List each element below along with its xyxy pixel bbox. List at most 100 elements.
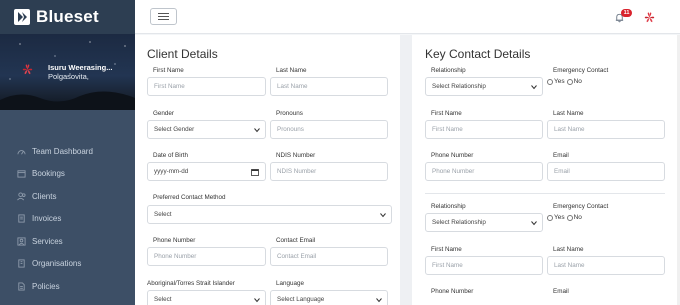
contact-first-name-label: First Name: [431, 110, 462, 117]
contact-last-name-input[interactable]: Last Name: [547, 120, 665, 139]
user-location: Polgasovita,: [48, 72, 89, 81]
last-name-label: Last Name: [276, 67, 307, 74]
phone-label: Phone Number: [153, 237, 196, 244]
relationship-label-2: Relationship: [431, 203, 466, 210]
nav-item-policies[interactable]: Policies: [0, 275, 135, 298]
user-name[interactable]: Isuru Weerasing...: [48, 63, 112, 72]
emergency-no-radio-2[interactable]: [566, 214, 573, 221]
dashboard-icon: [17, 149, 26, 155]
chevron-down-icon: [531, 221, 537, 226]
brand-name: Blueset: [36, 7, 99, 26]
gender-select[interactable]: Select Gender: [147, 120, 266, 139]
blueset-logo-icon: [14, 9, 30, 25]
contact-last-name-label: Last Name: [553, 110, 584, 117]
services-icon: [17, 237, 26, 246]
nav-label: Team Dashboard: [32, 146, 93, 156]
relationship-select-value: Select Relationship: [432, 83, 486, 90]
relationship-select-value-2: Select Relationship: [432, 219, 486, 226]
nav-label: Clients: [32, 191, 57, 201]
panel-divider: [400, 35, 412, 305]
emergency-yes-label: Yes: [554, 78, 565, 85]
sidebar-toggle-button[interactable]: [150, 8, 177, 25]
contact-email-label: Email: [553, 152, 569, 159]
emergency-yes-radio[interactable]: [547, 78, 553, 85]
dob-value: yyyy-mm-dd: [154, 168, 189, 175]
contact-first-name-input-2[interactable]: First Name: [425, 256, 543, 275]
contact-last-name-input-2[interactable]: Last Name: [547, 256, 665, 275]
first-name-label: First Name: [153, 67, 184, 74]
user-profile: Isuru Weerasing... Polgasovita,: [0, 34, 135, 110]
contact-email-input[interactable]: Email: [547, 162, 665, 181]
phone-input[interactable]: Phone Number: [147, 247, 266, 266]
gender-label: Gender: [153, 110, 175, 117]
notification-badge: 11: [621, 9, 632, 17]
last-name-input[interactable]: Last Name: [270, 77, 388, 96]
relationship-label: Relationship: [431, 67, 466, 74]
nav-label: Services: [32, 236, 63, 246]
nav-label: Invoices: [32, 214, 62, 224]
emergency-contact-radios: Yes No: [547, 78, 582, 85]
client-details-panel: Client Details First Name First Name Las…: [135, 35, 400, 305]
aboriginal-select-value: Select: [154, 296, 172, 303]
top-bar: 11: [135, 0, 680, 34]
emergency-no-label-2: No: [573, 214, 582, 221]
chevron-down-icon: [376, 298, 382, 303]
nav-item-bookings[interactable]: Bookings: [0, 163, 135, 186]
user-avatar-icon[interactable]: [22, 64, 33, 75]
contact-email-input[interactable]: Contact Email: [270, 247, 388, 266]
emergency-yes-label-2: Yes: [554, 214, 565, 221]
dob-input[interactable]: yyyy-mm-dd: [147, 162, 266, 181]
contact-phone-label: Phone Number: [431, 152, 474, 159]
key-contact-panel: Key Contact Details Relationship Select …: [412, 35, 680, 305]
organisations-icon: [18, 259, 25, 268]
contact-phone-input[interactable]: Phone Number: [425, 162, 543, 181]
language-select[interactable]: Select Language: [270, 290, 388, 305]
policies-icon: [18, 282, 25, 291]
emergency-contact-radios-2: Yes No: [547, 214, 582, 221]
nav-item-organisations[interactable]: Organisations: [0, 253, 135, 276]
aboriginal-select[interactable]: Select: [147, 290, 266, 305]
profile-landscape: [0, 91, 135, 110]
first-name-input[interactable]: First Name: [147, 77, 266, 96]
contact-first-name-label-2: First Name: [431, 246, 462, 253]
clients-icon: [17, 192, 26, 201]
nav-label: Organisations: [32, 259, 82, 269]
brand-logo[interactable]: Blueset: [0, 0, 135, 34]
contact-email-label-2: Email: [553, 288, 569, 295]
nav-label: Policies: [32, 281, 60, 291]
chevron-down-icon: [254, 128, 260, 133]
chevron-down-icon: [380, 213, 386, 218]
sidebar-nav: Team Dashboard Bookings Clients Invoices…: [0, 110, 135, 298]
emergency-no-radio[interactable]: [566, 78, 573, 85]
bookings-icon: [17, 170, 26, 178]
pronouns-label: Pronouns: [276, 110, 303, 117]
nav-label: Bookings: [32, 169, 65, 179]
client-details-title: Client Details: [147, 47, 218, 61]
nav-item-services[interactable]: Services: [0, 230, 135, 253]
sidebar: Blueset Isuru Weerasing... Polgasovita, …: [0, 0, 135, 305]
contact-method-value: Select: [154, 211, 172, 218]
nav-item-invoices[interactable]: Invoices: [0, 208, 135, 231]
contact-first-name-input[interactable]: First Name: [425, 120, 543, 139]
emergency-yes-radio-2[interactable]: [547, 214, 553, 221]
user-avatar-icon[interactable]: [644, 12, 655, 23]
contact-method-select[interactable]: Select: [147, 205, 392, 224]
aboriginal-label: Aboriginal/Torres Strait Islander: [147, 280, 235, 287]
calendar-icon[interactable]: [251, 168, 259, 176]
hamburger-icon: [158, 13, 169, 14]
ndis-label: NDIS Number: [276, 152, 316, 159]
dob-label: Date of Birth: [153, 152, 188, 159]
gender-select-value: Select Gender: [154, 126, 195, 133]
contact-separator: [425, 193, 665, 194]
contact-email-label: Contact Email: [276, 237, 316, 244]
nav-item-team-dashboard[interactable]: Team Dashboard: [0, 140, 135, 163]
language-label: Language: [276, 280, 305, 287]
contact-phone-label-2: Phone Number: [431, 288, 474, 295]
nav-item-clients[interactable]: Clients: [0, 185, 135, 208]
pronouns-input[interactable]: Pronouns: [270, 120, 388, 139]
emergency-contact-label-2: Emergency Contact: [553, 203, 609, 210]
relationship-select-2[interactable]: Select Relationship: [425, 213, 543, 232]
chevron-down-icon: [254, 298, 260, 303]
ndis-input[interactable]: NDIS Number: [270, 162, 388, 181]
relationship-select[interactable]: Select Relationship: [425, 77, 543, 96]
